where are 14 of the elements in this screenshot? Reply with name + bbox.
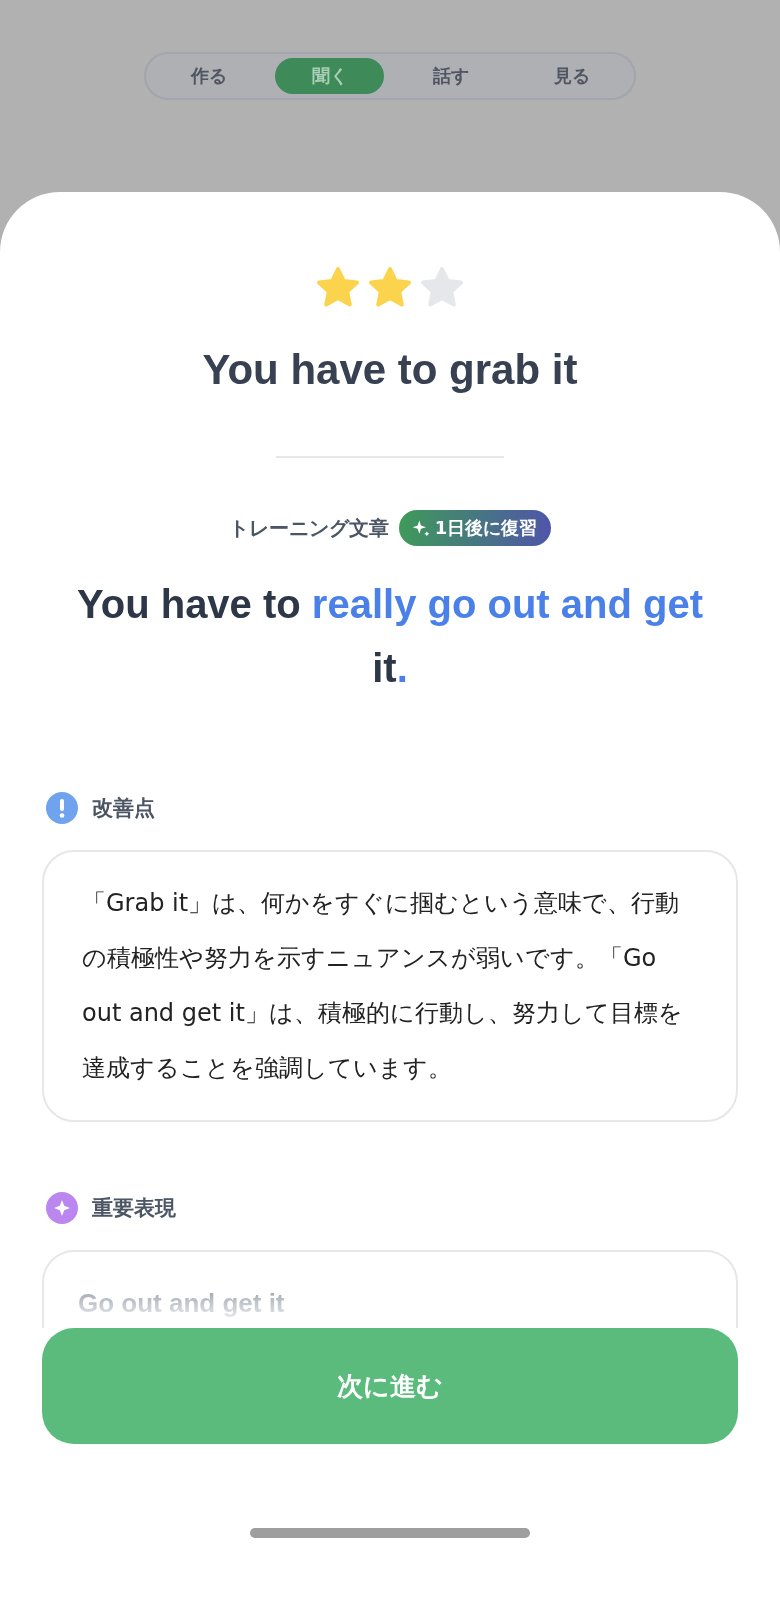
- explanation-text: 「Grab it」は、何かをすぐに掴むという意味で、行動の積極性や努力を示すニュアンスが弱いです。「Go out and get it」は、積極的に行動し、努力して目標を達成することを強調しています。: [42, 850, 738, 1122]
- next-button[interactable]: 次に進む: [42, 1328, 738, 1444]
- training-label: トレーニング文章: [228, 514, 389, 542]
- mode-tab[interactable]: 見る: [517, 58, 626, 94]
- section-title: 重要表現: [92, 1195, 176, 1222]
- review-badge: 1日後に復習: [398, 510, 552, 546]
- user-sentence: You have to grab it: [202, 346, 578, 394]
- section-title: 改善点: [92, 795, 155, 822]
- mode-tab[interactable]: 話す: [396, 58, 505, 94]
- mode-tab[interactable]: 聞く: [275, 58, 384, 94]
- sparkle-icon: [46, 1192, 78, 1224]
- mode-tab[interactable]: 作る: [154, 58, 263, 94]
- training-sentence: You have to really go out and get it.: [76, 581, 704, 692]
- exclamation-icon: [46, 792, 78, 824]
